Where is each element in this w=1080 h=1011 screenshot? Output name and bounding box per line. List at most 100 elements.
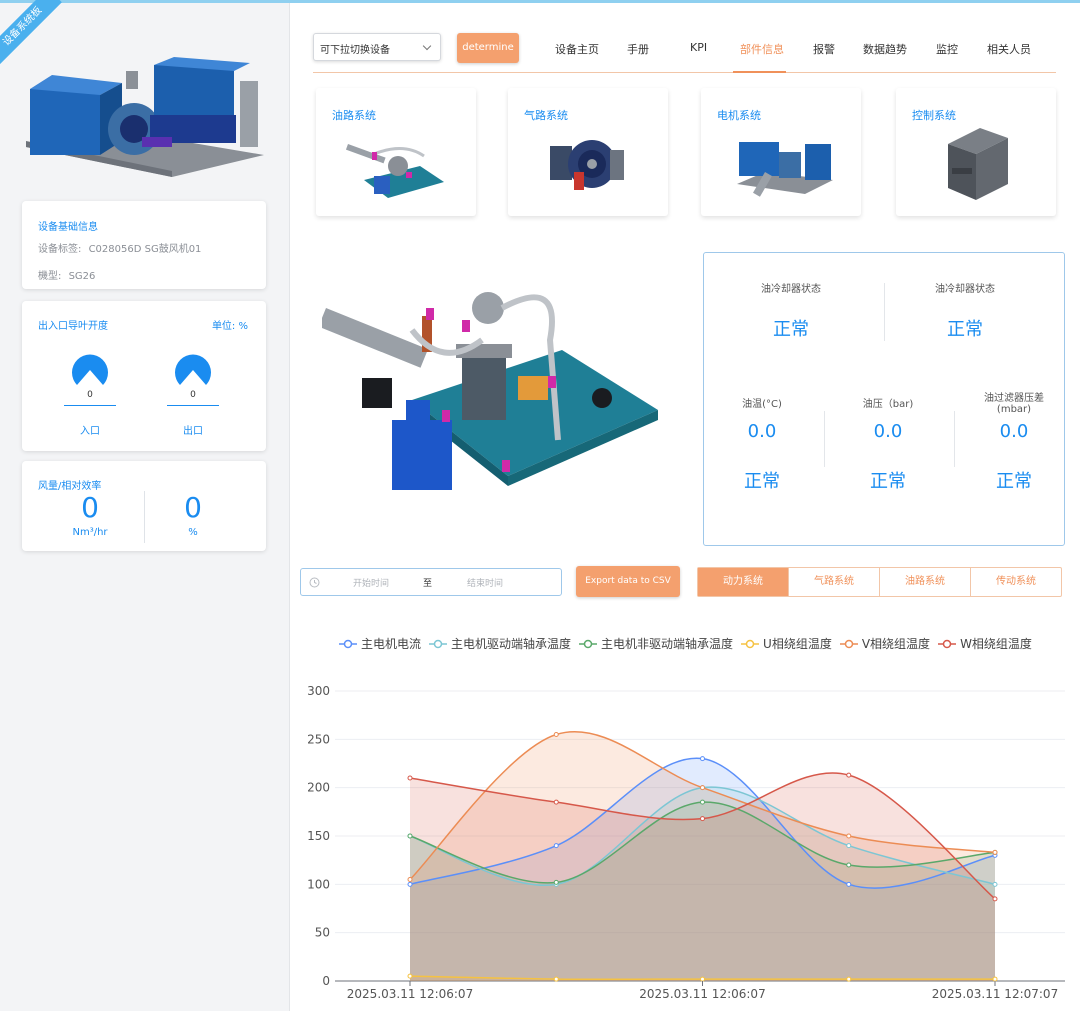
x-tick-label: 2025.03.11 12:06:07 xyxy=(639,987,765,1001)
y-tick-label: 0 xyxy=(322,974,330,988)
x-tick-label: 2025.03.11 12:07:07 xyxy=(932,987,1058,1001)
nav-item-trend[interactable]: 数据趋势 xyxy=(863,41,907,57)
legend-swatch-icon xyxy=(839,639,858,648)
data-point xyxy=(700,976,705,982)
data-point xyxy=(700,785,705,791)
trend-chart: 0 50 100 150 200 250 300 2025.03.11 12:06:07 202… xyxy=(307,684,1065,1001)
system-card-control[interactable]: 控制系统 xyxy=(896,88,1056,216)
tab-gas[interactable]: 气路系统 xyxy=(789,568,880,596)
tab-oil[interactable]: 油路系统 xyxy=(880,568,971,596)
legend-item[interactable]: 主电机非驱动端轴承温度 xyxy=(579,635,733,652)
data-point xyxy=(553,976,559,982)
data-point xyxy=(846,881,852,887)
nav-item-manual[interactable]: 手册 xyxy=(627,41,649,57)
data-point xyxy=(846,772,852,778)
y-tick-label: 200 xyxy=(307,781,330,795)
device-model-label: 機型: xyxy=(38,271,62,282)
filter-label: 油过滤器压差 xyxy=(984,393,1044,404)
nav-item-people[interactable]: 相关人员 xyxy=(987,41,1031,57)
flow-title: 风量/相对效率 xyxy=(38,481,102,492)
cooler1-value: 正常 xyxy=(773,319,809,340)
nav-underline xyxy=(313,72,1056,73)
nav-item-home[interactable]: 设备主页 xyxy=(555,41,599,57)
data-point xyxy=(553,732,559,737)
data-point xyxy=(846,833,852,839)
nav-item-kpi[interactable]: KPI xyxy=(690,41,707,54)
start-time-input[interactable]: 开始时间 xyxy=(353,576,389,589)
system-tabs: 动力系统 气路系统 油路系统 传动系统 xyxy=(697,567,1062,597)
legend-item[interactable]: 主电机电流 xyxy=(339,635,421,652)
data-point xyxy=(700,799,705,805)
device-select-value: 可下拉切换设备 xyxy=(320,45,390,56)
oil-temp-label: 油温(°C) xyxy=(742,399,782,410)
system-card-gas[interactable]: 气路系统 xyxy=(508,88,668,216)
device-info-title: 设备基础信息 xyxy=(38,222,98,233)
device-model-row: 機型: SG26 xyxy=(38,267,95,282)
oil-system-detail-image xyxy=(322,292,658,490)
system-card-oil-title: 油路系统 xyxy=(332,109,376,122)
oil-press-state: 正常 xyxy=(870,471,906,492)
nav-item-parts[interactable]: 部件信息 xyxy=(740,41,784,57)
data-point xyxy=(553,879,559,885)
cooler2-label: 油冷却器状态 xyxy=(935,284,995,295)
filter-unit: (mbar) xyxy=(996,404,1032,415)
device-tag-label: 设备标签: xyxy=(38,244,82,255)
y-tick-label: 100 xyxy=(307,877,330,891)
data-point xyxy=(700,816,705,822)
range-separator: 至 xyxy=(423,579,433,589)
data-point xyxy=(407,775,413,781)
system-card-motor-title: 电机系统 xyxy=(717,109,761,122)
blower-machine-image xyxy=(26,57,264,177)
determine-button[interactable]: determine xyxy=(457,33,519,63)
oil-status-panel: 油冷却器状态 正常 油冷却器状态 正常 油温(°C) 0.0 正常 油压（bar… xyxy=(703,252,1065,546)
legend-label: 主电机电流 xyxy=(361,637,422,651)
device-tag-value: C028056D SG鼓风机01 xyxy=(88,244,202,255)
y-tick-label: 50 xyxy=(315,926,330,940)
flow-value: 0 xyxy=(81,491,99,524)
end-time-input[interactable]: 结束时间 xyxy=(467,576,503,589)
outlet-value: 0 xyxy=(190,390,196,400)
chevron-down-icon xyxy=(422,41,432,51)
device-select[interactable]: 可下拉切换设备 xyxy=(313,33,441,61)
nav-item-alarm[interactable]: 报警 xyxy=(813,41,835,57)
legend-item[interactable]: W相绕组温度 xyxy=(938,635,1032,652)
oil-temp-value: 0.0 xyxy=(747,421,777,442)
cooler1-label: 油冷却器状态 xyxy=(761,284,821,295)
export-csv-button[interactable]: Export data to CSV xyxy=(576,566,680,597)
motor-system-image xyxy=(737,142,833,197)
vane-unit: 单位: % xyxy=(211,321,248,332)
system-card-motor[interactable]: 电机系统 xyxy=(701,88,861,216)
tab-power[interactable]: 动力系统 xyxy=(698,568,789,596)
data-point xyxy=(846,843,852,849)
legend-label: W相绕组温度 xyxy=(960,637,1032,651)
legend-label: U相绕组温度 xyxy=(763,637,832,651)
legend-item[interactable]: 主电机驱动端轴承温度 xyxy=(429,635,571,652)
system-card-oil[interactable]: 油路系统 xyxy=(316,88,476,216)
legend-swatch-icon xyxy=(579,639,598,648)
inlet-value: 0 xyxy=(87,390,93,400)
oil-press-value: 0.0 xyxy=(873,421,903,442)
nav-active-indicator xyxy=(733,71,786,73)
legend-swatch-icon xyxy=(429,639,448,648)
gas-system-image xyxy=(550,140,624,190)
outlet-gauge-icon xyxy=(175,354,211,385)
tab-drive[interactable]: 传动系统 xyxy=(971,568,1061,596)
legend-label: 主电机驱动端轴承温度 xyxy=(451,637,572,651)
legend-item[interactable]: V相绕组温度 xyxy=(839,635,931,652)
filter-state: 正常 xyxy=(996,471,1032,492)
data-point xyxy=(700,756,705,762)
legend-label: V相绕组温度 xyxy=(861,637,931,651)
nav-item-monitor[interactable]: 监控 xyxy=(936,41,958,57)
flow-divider xyxy=(144,491,145,543)
data-point xyxy=(407,973,413,979)
data-point xyxy=(992,849,998,855)
inlet-gauge-icon xyxy=(72,354,108,385)
system-card-control-title: 控制系统 xyxy=(912,109,956,122)
device-tag-row: 设备标签: C028056D SG鼓风机01 xyxy=(38,240,201,255)
vane-opening-card: 出入口导叶开度 单位: % 0 入口 0 出口 xyxy=(22,301,266,451)
date-range-picker[interactable]: 开始时间 至 结束时间 xyxy=(300,568,562,596)
inlet-underline xyxy=(64,405,116,406)
legend-item[interactable]: U相绕组温度 xyxy=(741,635,832,652)
flow-unit: Nm³/hr xyxy=(72,527,108,538)
data-point xyxy=(992,976,998,982)
